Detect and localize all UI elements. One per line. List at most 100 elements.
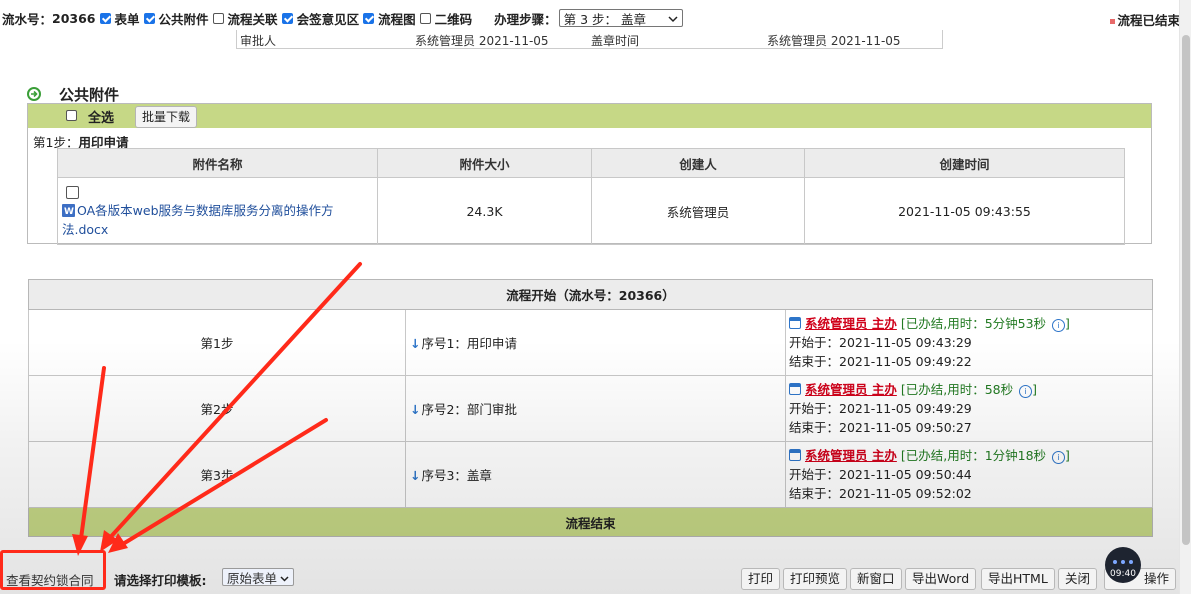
step-detail-cell: 系统管理员 主办 [已办结,用时：1分钟18秒 i] 开始于：2021-11-0… [785,441,1153,508]
step-number: 第2步 [28,375,406,442]
export-word-button[interactable]: 导出Word [905,568,977,590]
select-all-label: 全选 [88,111,115,126]
attachment-size: 24.3K [377,177,592,245]
flow-step-row: 第2步 ↓序号2：部门审批 系统管理员 主办 [已办结,用时：58秒 i] 开始… [28,375,1153,442]
select-all-checkbox[interactable] [66,110,77,121]
step-status-prefix: [已办结,用时： [900,448,985,463]
chevron-down-icon [280,570,289,585]
attachment-checkbox[interactable] [66,186,79,199]
col-created-header: 创建时间 [804,148,1125,178]
approver-label: 审批人 [240,34,277,48]
option-form-checkbox[interactable] [99,12,111,24]
serial-label: 流水号： [2,11,53,27]
person-icon [789,317,801,329]
top-toolbar: 流水号： 20366 表单 公共附件 流程关联 会签意见区 流程图 二维码 办理… [0,0,1180,34]
attachment-name: OA各版本web服务与数据库服务分离的操作方法.docx [62,203,334,237]
option-qrcode-checkbox[interactable] [419,12,431,24]
step-label: 办理步骤： [494,11,557,27]
option-flowchart-checkbox[interactable] [363,12,375,24]
option-flowchart-label: 流程图 [378,11,416,27]
flow-step-row: 第1步 ↓序号1：用印申请 系统管理员 主办 [已办结,用时：5分钟53秒 i]… [28,309,1153,376]
down-arrow-icon: ↓ [410,468,421,483]
option-form-label: 表单 [114,11,140,27]
flow-start-label: 流程开始（流水号：20366） [28,279,1153,310]
step-handler-line: 系统管理员 主办 [已办结,用时：5分钟53秒 i] [789,314,1151,333]
view-contract-link[interactable]: 查看契约锁合同 [6,570,94,589]
option-attachments-checkbox[interactable] [143,12,155,24]
step-seq-cell: ↓序号2：部门审批 [405,375,786,442]
flow-table: 流程开始（流水号：20366） 第1步 ↓序号1：用印申请 系统管理员 主办 [… [28,279,1153,537]
step-end: 结束于：2021-11-05 09:50:27 [789,420,972,435]
print-preview-button[interactable]: 打印预览 [783,568,848,590]
recording-timer-badge: 09:40 [1105,547,1141,583]
print-template-label: 请选择打印模板: [114,573,207,588]
scrollbar-thumb[interactable] [1182,35,1190,545]
attachments-title: 公共附件 [59,85,120,104]
seal-time-value: 系统管理员 2021-11-05 [767,34,901,48]
chevron-down-icon [668,11,678,26]
info-icon[interactable]: i [1052,319,1066,332]
step-seq: 序号3：盖章 [421,468,492,483]
step-detail-cell: 系统管理员 主办 [已办结,用时：5分钟53秒 i] 开始于：2021-11-0… [785,309,1153,376]
step-duration: 58秒 [984,382,1014,397]
attachment-created: 2021-11-05 09:43:55 [804,177,1125,245]
step-status-suffix: ] [1065,316,1070,331]
step-select-value: 第 3 步： 盖章 [563,11,646,27]
attachments-panel: 全选 批量下载 第1步：用印申请 附件名称 附件大小 创建人 创建时间 OA各版… [27,103,1152,245]
more-dots-icon [1113,560,1133,564]
step-handler[interactable]: 系统管理员 主办 [805,382,897,397]
flow-end-label: 流程结束 [28,507,1153,537]
attachment-creator: 系统管理员 [591,177,805,245]
step-handler-line: 系统管理员 主办 [已办结,用时：1分钟18秒 i] [789,446,1151,465]
info-icon[interactable]: i [1019,385,1033,398]
close-button[interactable]: 关闭 [1058,568,1098,590]
arrow-circle-icon [27,87,41,101]
step-start: 开始于：2021-11-05 09:50:44 [789,467,972,482]
step-seq-cell: ↓序号1：用印申请 [405,309,786,376]
option-countersign-label: 会签意见区 [296,11,360,27]
new-window-button[interactable]: 新窗口 [850,568,902,590]
option-qrcode-label: 二维码 [434,11,473,27]
print-template-select[interactable]: 原始表单 [222,568,294,586]
table-row: OA各版本web服务与数据库服务分离的操作方法.docx 24.3K 系统管理员… [57,177,1125,245]
approver-value: 系统管理员 2021-11-05 [415,34,549,48]
toolbar-row: 流水号： 20366 表单 公共附件 流程关联 会签意见区 流程图 二维码 办理… [2,9,683,27]
attachments-header: 公共附件 [27,84,119,104]
attachment-link[interactable]: OA各版本web服务与数据库服务分离的操作方法.docx [62,203,334,237]
step-start: 开始于：2021-11-05 09:43:29 [789,335,972,350]
step-duration: 1分钟18秒 [984,448,1047,463]
col-size-header: 附件大小 [377,148,592,178]
attachments-table: 附件名称 附件大小 创建人 创建时间 OA各版本web服务与数据库服务分离的操作… [57,148,1125,245]
seal-time-label: 盖章时间 [591,34,640,48]
attachments-header-row: 附件名称 附件大小 创建人 创建时间 [57,148,1125,178]
step-detail-cell: 系统管理员 主办 [已办结,用时：58秒 i] 开始于：2021-11-05 0… [785,375,1153,442]
step-end: 结束于：2021-11-05 09:52:02 [789,486,972,501]
flow-record: 流程开始（流水号：20366） 第1步 ↓序号1：用印申请 系统管理员 主办 [… [28,279,1153,537]
step-handler[interactable]: 系统管理员 主办 [805,316,897,331]
step-select[interactable]: 第 3 步： 盖章 [558,9,683,27]
step-status-suffix: ] [1065,448,1070,463]
option-related-label: 流程关联 [227,11,278,27]
step-status-prefix: [已办结,用时： [900,382,985,397]
status-square-icon [1110,19,1116,24]
col-name-header: 附件名称 [57,148,378,178]
option-countersign-checkbox[interactable] [281,12,293,24]
person-icon [789,383,801,395]
step-end: 结束于：2021-11-05 09:49:22 [789,354,972,369]
doc-icon [62,203,75,222]
batch-download-button[interactable]: 批量下载 [135,106,198,128]
flow-start-row: 流程开始（流水号：20366） [28,279,1153,310]
flow-status-text: 流程已结束 [1117,13,1180,28]
step-status-prefix: [已办结,用时： [900,316,985,331]
timer-value: 09:40 [1110,569,1136,579]
print-template-value: 原始表单 [227,570,278,586]
print-button[interactable]: 打印 [741,568,781,590]
option-related-checkbox[interactable] [212,12,224,24]
step-handler[interactable]: 系统管理员 主办 [805,448,897,463]
info-icon[interactable]: i [1052,451,1066,464]
export-html-button[interactable]: 导出HTML [981,568,1055,590]
step-seq-cell: ↓序号3：盖章 [405,441,786,508]
step-handler-line: 系统管理员 主办 [已办结,用时：58秒 i] [789,380,1151,399]
step-seq: 序号2：部门审批 [421,402,517,417]
serial-number: 20366 [52,10,96,26]
